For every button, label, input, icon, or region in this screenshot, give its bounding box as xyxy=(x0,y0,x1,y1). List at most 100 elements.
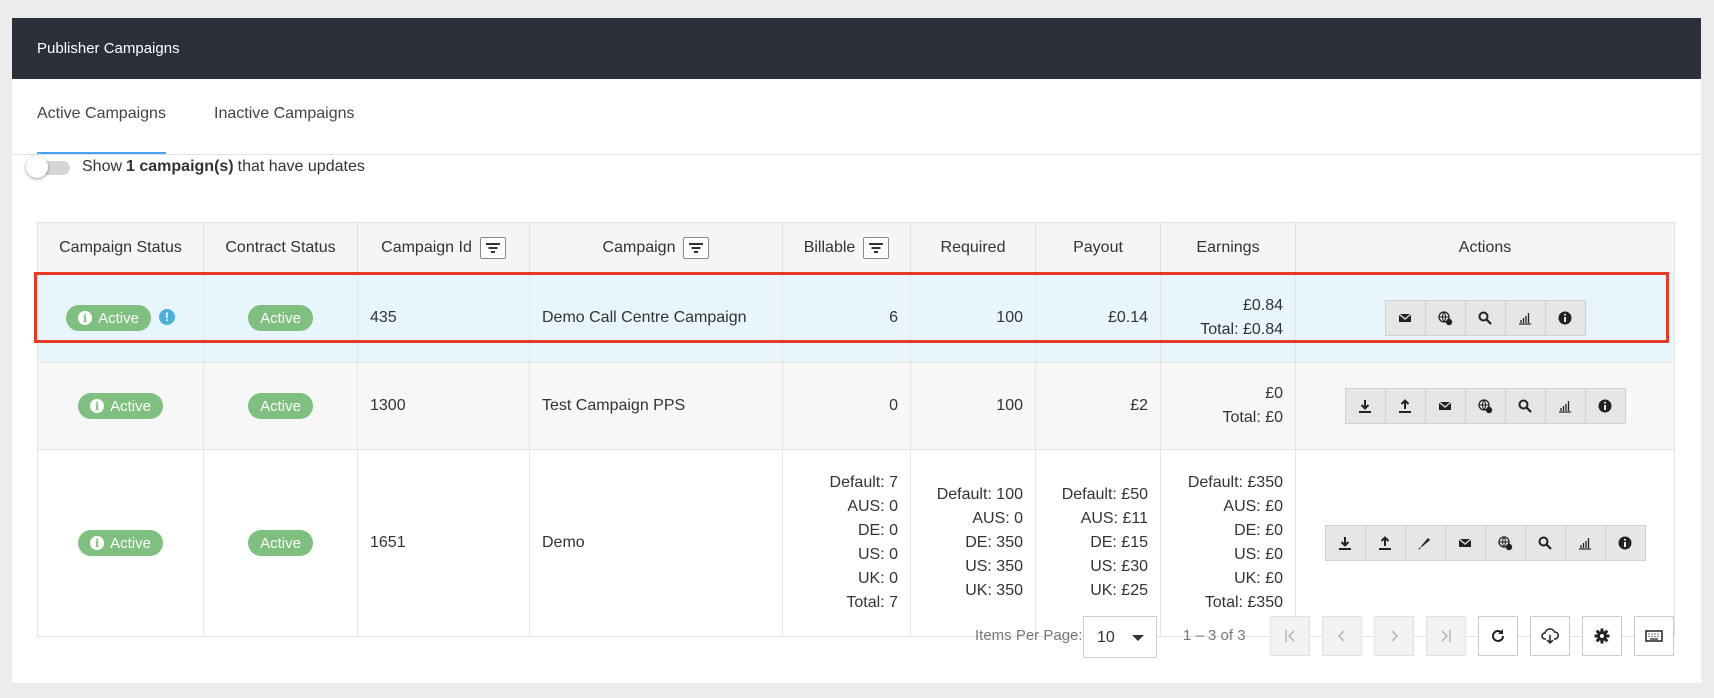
last-page-icon xyxy=(1441,630,1451,642)
gear-icon xyxy=(1594,628,1610,644)
upload-icon xyxy=(1399,399,1411,413)
mail-button[interactable] xyxy=(1386,301,1426,335)
upload-button[interactable] xyxy=(1386,389,1426,423)
first-page-button[interactable] xyxy=(1270,616,1310,656)
info-icon: i xyxy=(90,536,105,550)
required-cell-line: 100 xyxy=(996,309,1023,326)
info-button[interactable] xyxy=(1586,389,1625,423)
actions-cell xyxy=(1295,449,1675,637)
items-per-page-select[interactable]: 10 xyxy=(1083,616,1157,658)
payout-cell-line: DE: £15 xyxy=(1090,534,1148,551)
info-icon xyxy=(1598,399,1612,413)
next-page-button[interactable] xyxy=(1374,616,1414,656)
mail-icon xyxy=(1458,538,1472,547)
toggle-label-prefix: Show xyxy=(82,158,123,175)
refresh-button[interactable] xyxy=(1478,616,1518,656)
campaign-name-cell: Demo xyxy=(529,449,783,637)
globe-button[interactable] xyxy=(1486,526,1526,560)
campaign-status-cell: i Active xyxy=(37,449,204,637)
chart-button[interactable] xyxy=(1566,526,1606,560)
earnings-cell-line: Default: £350 xyxy=(1187,474,1283,491)
toggle-label-count: 1 campaign(s) xyxy=(126,158,234,175)
earnings-cell-line: AUS: £0 xyxy=(1223,498,1283,515)
required-cell-line: 100 xyxy=(996,397,1023,414)
download-button[interactable] xyxy=(1346,389,1386,423)
upload-icon xyxy=(1379,536,1391,550)
search-button[interactable] xyxy=(1526,526,1566,560)
payout-cell-line: UK: £25 xyxy=(1090,582,1148,599)
globe-button[interactable] xyxy=(1426,301,1466,335)
edit-icon xyxy=(1418,538,1430,550)
billable-cell: 6 xyxy=(782,273,911,363)
settings-button[interactable] xyxy=(1582,616,1622,656)
earnings-cell-line: UK: £0 xyxy=(1234,570,1283,587)
download-icon xyxy=(1359,400,1371,413)
campaign-status-badge[interactable]: i Active xyxy=(78,530,163,556)
mail-button[interactable] xyxy=(1426,389,1466,423)
globe-icon xyxy=(1438,311,1453,326)
required-cell-line: AUS: 0 xyxy=(972,510,1023,527)
globe-button[interactable] xyxy=(1466,389,1506,423)
earnings-cell-line: Total: £0 xyxy=(1222,409,1283,426)
contract-status-badge: Active xyxy=(248,393,313,419)
col-billable-label: Billable xyxy=(803,239,856,257)
earnings-cell-line: US: £0 xyxy=(1234,546,1283,563)
keyboard-button[interactable] xyxy=(1634,616,1674,656)
col-campaign-id-label: Campaign Id xyxy=(381,239,472,257)
info-icon xyxy=(1618,536,1632,550)
search-button[interactable] xyxy=(1466,301,1506,335)
table-row[interactable]: i Active Active 1300 Test Campaign PPS 0 100 £2… xyxy=(37,362,1675,450)
info-button[interactable] xyxy=(1546,301,1585,335)
mail-icon xyxy=(1438,401,1452,410)
search-icon xyxy=(1478,311,1492,325)
filter-icon[interactable] xyxy=(863,237,890,259)
payout-cell-line: US: £30 xyxy=(1090,558,1148,575)
billable-cell-line: AUS: 0 xyxy=(847,498,898,515)
prev-page-button[interactable] xyxy=(1322,616,1362,656)
filter-icon[interactable] xyxy=(683,237,710,259)
tab-bar: Active Campaigns Inactive Campaigns xyxy=(12,79,1701,155)
billable-cell-line: DE: 0 xyxy=(857,522,898,539)
page-title: Publisher Campaigns xyxy=(12,18,1701,79)
action-button-group xyxy=(1384,300,1586,336)
payout-cell-line: Default: £50 xyxy=(1061,486,1148,503)
contract-status-badge: Active xyxy=(248,305,313,331)
info-button[interactable] xyxy=(1606,526,1645,560)
chart-button[interactable] xyxy=(1546,389,1586,423)
campaign-status-cell: i Active xyxy=(37,362,204,450)
earnings-cell-line: Total: £0.84 xyxy=(1200,321,1283,338)
required-cell-line: US: 350 xyxy=(965,558,1023,575)
campaign-status-badge[interactable]: i Active xyxy=(66,305,151,331)
cloud-download-icon xyxy=(1541,628,1559,645)
upload-button[interactable] xyxy=(1366,526,1406,560)
info-icon: i xyxy=(78,311,93,325)
toggle-label-suffix: that have updates xyxy=(237,158,365,175)
filter-icon[interactable] xyxy=(479,237,506,259)
contract-status-badge: Active xyxy=(248,530,313,556)
campaign-status-badge[interactable]: i Active xyxy=(78,393,163,419)
mail-icon xyxy=(1398,313,1412,322)
tab-active-campaigns[interactable]: Active Campaigns xyxy=(37,79,166,154)
search-button[interactable] xyxy=(1506,389,1546,423)
tab-inactive-campaigns[interactable]: Inactive Campaigns xyxy=(214,79,355,154)
table-row[interactable]: i Active Active 1651 Demo Default: 7 AUS: 0 DE:… xyxy=(37,449,1675,637)
table-row[interactable]: i Active! Active 435 Demo Call Centre Campai… xyxy=(37,273,1675,363)
billable-cell-line: Total: 7 xyxy=(846,594,898,611)
mail-button[interactable] xyxy=(1446,526,1486,560)
col-earnings: Earnings xyxy=(1160,222,1296,274)
updates-toggle[interactable] xyxy=(26,156,70,178)
payout-cell-line: AUS: £11 xyxy=(1080,510,1148,527)
edit-button[interactable] xyxy=(1406,526,1446,560)
alert-icon[interactable]: ! xyxy=(158,309,175,326)
chart-button[interactable] xyxy=(1506,301,1546,335)
download-icon xyxy=(1339,537,1351,550)
chart-icon xyxy=(1579,538,1591,550)
billable-cell-line: US: 0 xyxy=(857,546,898,563)
cloud-download-button[interactable] xyxy=(1530,616,1570,656)
earnings-cell-line: £0 xyxy=(1265,385,1283,402)
required-cell-line: UK: 350 xyxy=(965,582,1023,599)
billable-cell-line: 6 xyxy=(889,309,898,326)
last-page-button[interactable] xyxy=(1426,616,1466,656)
required-cell-line: Default: 100 xyxy=(936,486,1023,503)
download-button[interactable] xyxy=(1326,526,1366,560)
